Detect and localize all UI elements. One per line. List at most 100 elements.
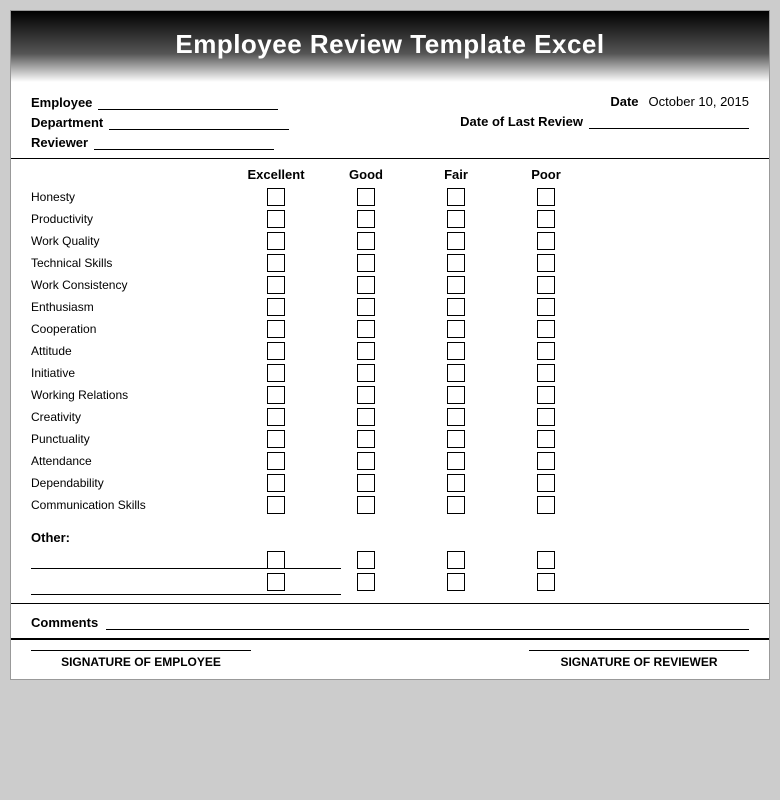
- checkbox-fair-14[interactable]: [447, 496, 465, 514]
- checkbox-good-11[interactable]: [357, 430, 375, 448]
- checkbox-good-5[interactable]: [357, 298, 375, 316]
- checkbox-excellent-9[interactable]: [267, 386, 285, 404]
- cb-group-fair: [411, 364, 501, 382]
- checkbox-excellent-5[interactable]: [267, 298, 285, 316]
- checkbox-fair-9[interactable]: [447, 386, 465, 404]
- rating-label: Initiative: [31, 366, 231, 380]
- cb-group-poor: [501, 232, 591, 250]
- col-fair: Fair: [411, 167, 501, 182]
- checkbox-fair-2[interactable]: [447, 232, 465, 250]
- checkbox-excellent-10[interactable]: [267, 408, 285, 426]
- cb-group-excellent: [231, 452, 321, 470]
- rating-row: Work Consistency: [31, 274, 749, 296]
- checkbox-fair-8[interactable]: [447, 364, 465, 382]
- checkbox-poor-1[interactable]: [537, 210, 555, 228]
- other-cb-excellent: [231, 551, 321, 591]
- cb-group-poor: [501, 474, 591, 492]
- other-cb-poor-2[interactable]: [537, 573, 555, 591]
- checkbox-good-4[interactable]: [357, 276, 375, 294]
- rating-label: Attitude: [31, 344, 231, 358]
- cb-group-fair: [411, 496, 501, 514]
- other-cb-poor-1[interactable]: [537, 551, 555, 569]
- checkbox-poor-6[interactable]: [537, 320, 555, 338]
- rating-label: Productivity: [31, 212, 231, 226]
- checkbox-fair-11[interactable]: [447, 430, 465, 448]
- employee-input[interactable]: [98, 94, 278, 110]
- other-cb-excellent-2[interactable]: [267, 573, 285, 591]
- checkbox-fair-1[interactable]: [447, 210, 465, 228]
- checkbox-poor-3[interactable]: [537, 254, 555, 272]
- checkbox-excellent-1[interactable]: [267, 210, 285, 228]
- rating-row: Dependability: [31, 472, 749, 494]
- checkbox-excellent-2[interactable]: [267, 232, 285, 250]
- checkbox-poor-9[interactable]: [537, 386, 555, 404]
- reviewer-input[interactable]: [94, 134, 274, 150]
- cb-group-fair: [411, 232, 501, 250]
- cb-group-good: [321, 210, 411, 228]
- employee-sig-label: SIGNATURE OF EMPLOYEE: [61, 655, 221, 669]
- checkbox-fair-5[interactable]: [447, 298, 465, 316]
- employee-sig-line[interactable]: [31, 650, 251, 651]
- checkbox-poor-10[interactable]: [537, 408, 555, 426]
- cb-group-fair: [411, 210, 501, 228]
- checkbox-poor-0[interactable]: [537, 188, 555, 206]
- checkbox-poor-5[interactable]: [537, 298, 555, 316]
- cb-group-poor: [501, 408, 591, 426]
- employee-row: Employee: [31, 94, 289, 110]
- checkbox-good-13[interactable]: [357, 474, 375, 492]
- checkbox-fair-7[interactable]: [447, 342, 465, 360]
- checkbox-good-9[interactable]: [357, 386, 375, 404]
- cb-group-excellent: [231, 276, 321, 294]
- checkbox-excellent-8[interactable]: [267, 364, 285, 382]
- other-cb-excellent-1[interactable]: [267, 551, 285, 569]
- checkbox-excellent-6[interactable]: [267, 320, 285, 338]
- checkbox-good-7[interactable]: [357, 342, 375, 360]
- checkbox-poor-14[interactable]: [537, 496, 555, 514]
- checkbox-good-2[interactable]: [357, 232, 375, 250]
- checkbox-fair-12[interactable]: [447, 452, 465, 470]
- checkbox-excellent-4[interactable]: [267, 276, 285, 294]
- date-value[interactable]: October 10, 2015: [649, 94, 749, 109]
- checkbox-poor-4[interactable]: [537, 276, 555, 294]
- reviewer-label: Reviewer: [31, 135, 88, 150]
- checkbox-good-6[interactable]: [357, 320, 375, 338]
- checkbox-poor-2[interactable]: [537, 232, 555, 250]
- checkbox-fair-0[interactable]: [447, 188, 465, 206]
- other-section: Other:: [11, 520, 769, 603]
- checkbox-good-0[interactable]: [357, 188, 375, 206]
- checkbox-poor-13[interactable]: [537, 474, 555, 492]
- checkbox-excellent-13[interactable]: [267, 474, 285, 492]
- rating-label: Cooperation: [31, 322, 231, 336]
- date-last-review-input[interactable]: [589, 113, 749, 129]
- checkbox-fair-6[interactable]: [447, 320, 465, 338]
- checkbox-fair-3[interactable]: [447, 254, 465, 272]
- checkbox-poor-7[interactable]: [537, 342, 555, 360]
- checkbox-excellent-0[interactable]: [267, 188, 285, 206]
- checkbox-good-3[interactable]: [357, 254, 375, 272]
- checkbox-excellent-3[interactable]: [267, 254, 285, 272]
- checkbox-excellent-7[interactable]: [267, 342, 285, 360]
- checkbox-good-10[interactable]: [357, 408, 375, 426]
- other-cb-fair-1[interactable]: [447, 551, 465, 569]
- checkbox-excellent-14[interactable]: [267, 496, 285, 514]
- comments-input[interactable]: [106, 614, 749, 630]
- checkbox-fair-4[interactable]: [447, 276, 465, 294]
- checkbox-excellent-12[interactable]: [267, 452, 285, 470]
- checkbox-good-14[interactable]: [357, 496, 375, 514]
- checkbox-fair-13[interactable]: [447, 474, 465, 492]
- cb-group-excellent: [231, 386, 321, 404]
- other-cb-good-2[interactable]: [357, 573, 375, 591]
- cb-group-good: [321, 452, 411, 470]
- checkbox-good-12[interactable]: [357, 452, 375, 470]
- department-input[interactable]: [109, 114, 289, 130]
- checkbox-fair-10[interactable]: [447, 408, 465, 426]
- checkbox-good-8[interactable]: [357, 364, 375, 382]
- reviewer-sig-line[interactable]: [529, 650, 749, 651]
- checkbox-poor-8[interactable]: [537, 364, 555, 382]
- checkbox-poor-12[interactable]: [537, 452, 555, 470]
- checkbox-poor-11[interactable]: [537, 430, 555, 448]
- other-cb-fair-2[interactable]: [447, 573, 465, 591]
- checkbox-good-1[interactable]: [357, 210, 375, 228]
- other-cb-good-1[interactable]: [357, 551, 375, 569]
- checkbox-excellent-11[interactable]: [267, 430, 285, 448]
